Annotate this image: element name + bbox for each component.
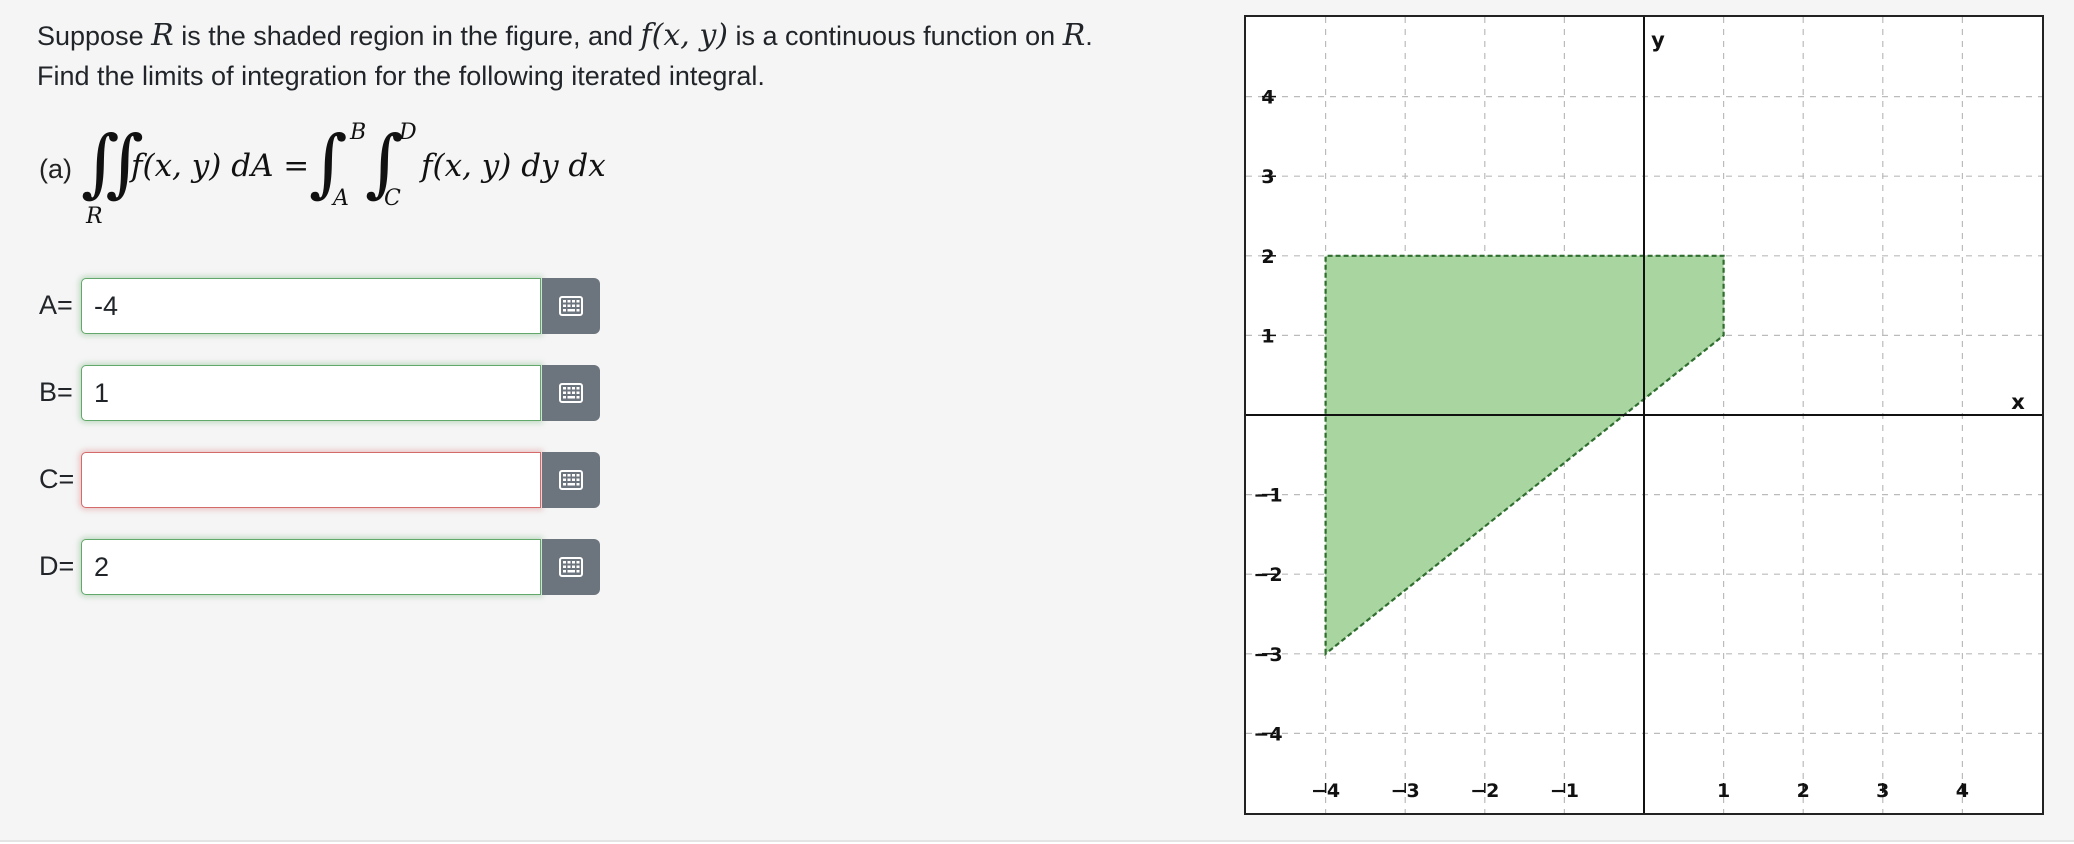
keypad-button-a[interactable]	[542, 278, 600, 334]
question-text: is the shaded region in the figure, and	[173, 21, 641, 51]
y-tick-label: 4	[1261, 87, 1274, 109]
y-tick-label: −4	[1253, 723, 1282, 745]
region-graph: −4 −3 −2 −1 1 2 3 4 4 3 2 1 −1 −2 −3 −4 x y	[1244, 15, 2044, 815]
question-text: .	[1085, 21, 1093, 51]
answer-label-a: A=	[39, 290, 73, 320]
y-tick-label: −1	[1253, 485, 1282, 507]
answer-row-a: A=	[37, 278, 607, 336]
answer-input-a[interactable]	[81, 278, 541, 334]
answer-row-b: B=	[37, 365, 607, 423]
answer-label-b: B=	[39, 377, 73, 407]
answer-row-c: C=	[37, 452, 607, 510]
y-tick-label: −2	[1253, 564, 1282, 586]
keypad-button-c[interactable]	[542, 452, 600, 508]
y-tick-label: 3	[1261, 166, 1274, 188]
integral-equation: (a) ∬ R f(x, y) dA = ∫ B A ∫ D C f(x, y)…	[37, 118, 637, 229]
keypad-grid-icon	[559, 383, 583, 403]
y-axis-name: y	[1651, 28, 1665, 52]
answer-input-b[interactable]	[81, 365, 541, 421]
x-tick-label: −2	[1470, 780, 1499, 802]
y-tick-label: 2	[1261, 246, 1274, 268]
question-line-1: Suppose R is the shaded region in the fi…	[37, 18, 1093, 54]
outer-lower-limit: A	[333, 186, 349, 211]
x-tick-label: 4	[1956, 780, 1969, 802]
part-label: (a)	[39, 154, 72, 184]
shaded-region	[1324, 254, 1725, 657]
equation-rhs: f(x, y) dy dx	[421, 148, 606, 184]
question-panel: Suppose R is the shaded region in the fi…	[0, 0, 2074, 842]
region-symbol: R	[151, 18, 174, 53]
x-tick-label: 3	[1876, 780, 1889, 802]
question-text: Suppose	[37, 21, 152, 51]
x-tick-label: 1	[1717, 780, 1730, 802]
outer-upper-limit: B	[350, 120, 367, 145]
keypad-grid-icon	[559, 296, 583, 316]
x-tick-label: 2	[1797, 780, 1810, 802]
keypad-button-d[interactable]	[542, 539, 600, 595]
y-tick-label: 1	[1261, 325, 1274, 347]
answer-input-c[interactable]	[81, 452, 541, 508]
answer-input-d[interactable]	[81, 539, 541, 595]
x-tick-label: −3	[1391, 780, 1420, 802]
inner-upper-limit: D	[399, 120, 417, 145]
equation-lhs: f(x, y) dA =	[131, 148, 310, 184]
keypad-grid-icon	[559, 557, 583, 577]
region-subscript: R	[86, 204, 103, 229]
region-symbol: R	[1062, 18, 1086, 53]
keypad-button-b[interactable]	[542, 365, 600, 421]
question-line-2: Find the limits of integration for the f…	[37, 61, 765, 91]
y-tick-label: −3	[1253, 644, 1282, 666]
graph-canvas: −4 −3 −2 −1 1 2 3 4 4 3 2 1 −1 −2 −3 −4 x y	[1246, 17, 2042, 813]
answer-label-c: C=	[39, 464, 75, 494]
x-tick-label: −1	[1550, 780, 1579, 802]
answer-row-d: D=	[37, 539, 607, 597]
answer-label-d: D=	[39, 551, 75, 581]
keypad-grid-icon	[559, 470, 583, 490]
function-expression: f(x, y)	[640, 18, 728, 53]
question-text: is a continuous function on	[727, 21, 1063, 51]
x-tick-label: −4	[1311, 780, 1340, 802]
inner-lower-limit: C	[384, 186, 401, 211]
x-axis-name: x	[2011, 390, 2025, 414]
